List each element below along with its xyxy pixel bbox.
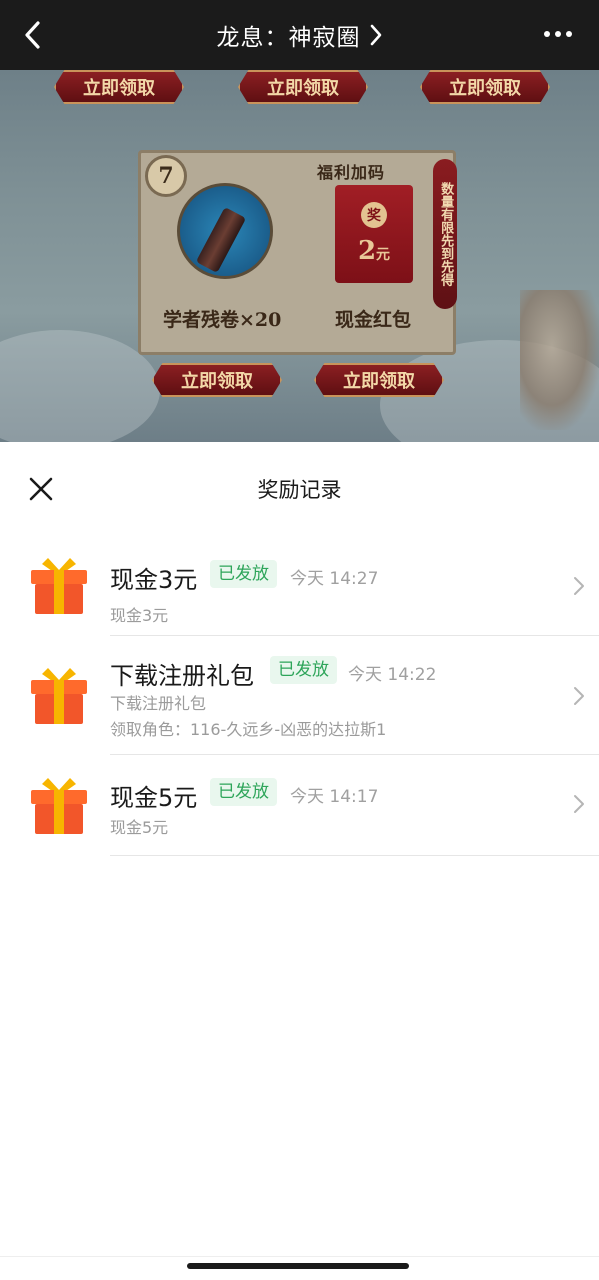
divider-line	[110, 754, 599, 755]
red-packet-amount-value: 2	[357, 236, 377, 266]
bonus-title: 福利加码	[317, 163, 386, 182]
day-badge: 7	[145, 155, 187, 197]
divider-line	[110, 855, 599, 856]
record-name: 下载注册礼包	[110, 662, 254, 690]
record-divider	[0, 635, 599, 636]
sheet-title: 奖励记录	[257, 478, 342, 502]
chevron-right-icon	[370, 24, 381, 46]
gift-box-icon	[31, 558, 87, 614]
reward-records-sheet: 奖励记录 现金3元 已发放 今天 14:27 现金3元 下载注册礼包 已发放 今…	[0, 442, 599, 1280]
record-name: 现金5元	[110, 784, 198, 812]
record-divider	[0, 855, 599, 856]
claim-button[interactable]: 立即领取	[54, 70, 184, 104]
record-detail: 下载注册礼包	[110, 694, 207, 713]
page-title[interactable]: 龙息：神寂圈	[217, 18, 383, 52]
red-packet-amount-unit: 元	[376, 247, 391, 263]
status-badge: 已发放	[210, 778, 277, 806]
red-packet-icon: 奖 2元	[335, 185, 413, 283]
record-role: 领取角色：116-久远乡-凶恶的达拉斯1	[110, 720, 387, 739]
reward-record-item[interactable]: 现金3元 已发放 今天 14:27 现金3元	[0, 550, 599, 636]
claim-button[interactable]: 立即领取	[420, 70, 550, 104]
reward-record-item[interactable]: 下载注册礼包 已发放 今天 14:22 下载注册礼包 领取角色：116-久远乡-…	[0, 654, 599, 754]
status-badge: 已发放	[210, 560, 277, 588]
gift-box-icon	[31, 778, 87, 834]
reward-card: 7 学者残卷×20 福利加码 奖 2元 现金红包 数量有限先到先得	[138, 150, 457, 355]
home-indicator[interactable]	[187, 1263, 409, 1269]
red-packet-amount: 2元	[358, 236, 390, 266]
record-name: 现金3元	[110, 566, 198, 594]
record-time: 今天 14:22	[348, 665, 437, 685]
claim-button[interactable]: 立即领取	[152, 363, 282, 397]
record-divider	[0, 754, 599, 755]
more-dots-icon[interactable]	[543, 26, 573, 42]
chevron-right-icon	[574, 795, 584, 813]
chevron-right-icon	[574, 687, 584, 705]
page-title-text: 龙息：神寂圈	[216, 25, 361, 51]
reward-record-item[interactable]: 现金5元 已发放 今天 14:17 现金5元	[0, 772, 599, 856]
status-badge: 已发放	[270, 656, 337, 684]
claim-button[interactable]: 立即领取	[238, 70, 368, 104]
bottom-divider	[0, 1256, 599, 1257]
record-time: 今天 14:27	[290, 569, 379, 589]
limited-tag: 数量有限先到先得	[433, 159, 457, 309]
nav-bar: 龙息：神寂圈	[0, 0, 599, 70]
red-packet-label: 现金红包	[335, 309, 412, 331]
chevron-right-icon	[574, 577, 584, 595]
back-chevron-icon[interactable]	[18, 18, 50, 52]
divider-line	[110, 635, 599, 636]
character-illustration	[520, 290, 599, 430]
prize-badge: 奖	[361, 202, 387, 228]
claim-button[interactable]: 立即领取	[314, 363, 444, 397]
record-detail: 现金3元	[110, 606, 169, 625]
game-event-background: 立即领取 立即领取 立即领取 7 学者残卷×20 福利加码 奖 2元 现金红包 …	[0, 70, 599, 442]
record-detail: 现金5元	[110, 818, 169, 837]
item-label: 学者残卷×20	[163, 309, 282, 331]
cloud-decoration	[0, 330, 160, 442]
gift-box-icon	[31, 668, 87, 724]
record-time: 今天 14:17	[290, 787, 379, 807]
